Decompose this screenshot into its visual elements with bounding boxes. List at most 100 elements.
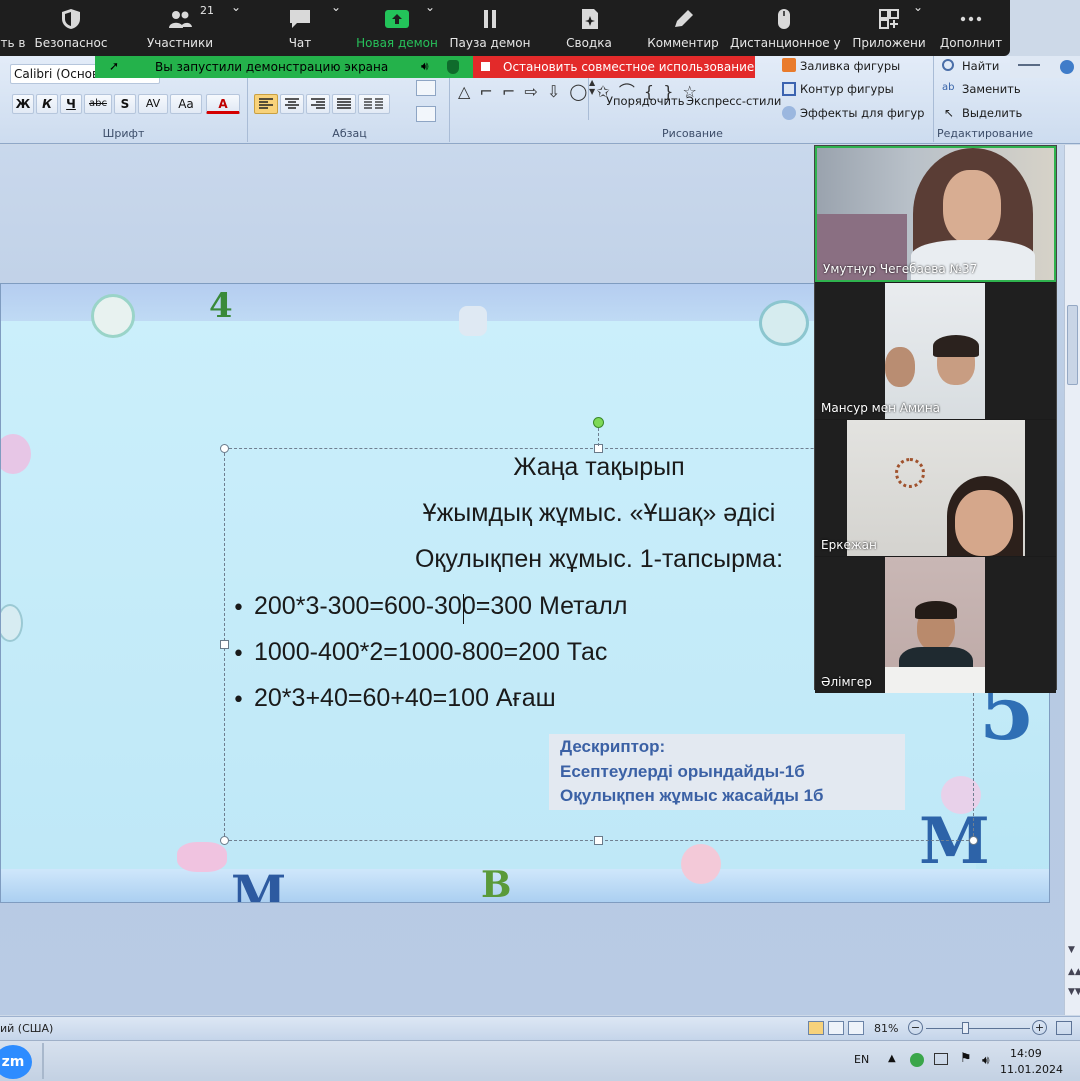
descriptor-line-1: Есептеулерді орындайды-1б (560, 762, 805, 781)
resize-handle[interactable] (969, 836, 978, 845)
fit-slide-icon[interactable] (1056, 1021, 1072, 1035)
quick-styles-button[interactable]: Экспресс-стили (686, 94, 781, 108)
align-right-button[interactable] (306, 94, 330, 114)
scroll-down-icon[interactable]: ▼ (1068, 945, 1075, 955)
smartart-icon[interactable] (416, 106, 436, 122)
slide-sorter-icon[interactable] (828, 1021, 844, 1035)
columns-button[interactable] (358, 94, 390, 114)
toolbar-item-partial[interactable]: ть в (0, 0, 26, 56)
clock-time[interactable]: 14:09 (1010, 1047, 1042, 1060)
pause-share-button[interactable]: Пауза демон (448, 0, 532, 56)
network-icon[interactable] (934, 1053, 948, 1065)
stop-share-button[interactable]: Остановить совместное использование (473, 56, 755, 78)
shield-check-icon (447, 60, 459, 74)
tray-chevron-up-icon[interactable]: ▲ (888, 1053, 896, 1064)
partial-item-label: ть в (0, 36, 26, 50)
zoom-slider-track[interactable] (926, 1028, 1030, 1029)
participant-name: Мансур мен Амина (821, 401, 941, 415)
zoom-app-icon[interactable]: zm (0, 1045, 32, 1079)
align-right-icon (311, 98, 325, 109)
columns-icon (364, 98, 383, 109)
shapes-scroll-icon[interactable]: ▲ ▼ (588, 78, 598, 120)
video-tile-4[interactable]: Әлімгер (815, 557, 1056, 693)
arrange-button[interactable]: Упорядочить (606, 94, 685, 108)
person-face (943, 170, 1001, 244)
language-status[interactable]: ий (США) (0, 1022, 53, 1035)
vertical-scrollbar[interactable]: ▼ ▲▲ ▼▼ (1064, 145, 1080, 1015)
participant-video-panel: Умутнур Чегебаева №37 Мансур мен Амина Е… (814, 145, 1057, 693)
decorative-number-icon (759, 300, 809, 346)
video-tile-host[interactable]: Умутнур Чегебаева №37 (815, 146, 1056, 282)
video-tile-2[interactable]: Мансур мен Амина (815, 283, 1056, 419)
editing-group: Найти ab Заменить ↖ Выделить Редактирова… (936, 56, 1034, 142)
participants-chevron-down-icon[interactable]: ⌄ (230, 0, 242, 56)
shape-fill-button[interactable]: Заливка фигуры (800, 59, 900, 73)
host-video (817, 148, 1054, 280)
shadow-button[interactable]: S (114, 94, 136, 114)
remote-control-button[interactable]: Дистанционное у (730, 0, 841, 56)
chat-chevron-down-icon[interactable]: ⌄ (330, 0, 342, 56)
slideshow-icon[interactable] (848, 1021, 864, 1035)
italic-button[interactable]: К (36, 94, 58, 114)
find-button[interactable]: Найти (962, 59, 999, 73)
chat-button[interactable]: Чат (268, 0, 332, 56)
help-icon[interactable] (1060, 60, 1074, 74)
bold-button[interactable]: Ж (12, 94, 34, 114)
shape-outline-button[interactable]: Контур фигуры (800, 82, 894, 96)
justify-icon (337, 98, 351, 109)
security-tray-icon[interactable] (910, 1053, 924, 1067)
more-button[interactable]: Дополнит (936, 0, 1006, 56)
scrollbar-thumb[interactable] (1067, 305, 1078, 385)
speaker-icon[interactable]: 🔊︎ (421, 59, 429, 74)
align-left-button[interactable] (254, 94, 278, 114)
security-label: Безопаснос (34, 36, 108, 50)
select-button[interactable]: Выделить (962, 106, 1022, 120)
shield-icon (62, 9, 80, 29)
flag-icon[interactable]: ⚑ (960, 1051, 972, 1066)
resize-handle[interactable] (220, 444, 229, 453)
zoom-level[interactable]: 81% (874, 1022, 898, 1035)
shape-effects-button[interactable]: Эффекты для фигур (800, 106, 924, 120)
next-slide-icon[interactable]: ▼▼ (1068, 987, 1080, 997)
input-language[interactable]: EN (854, 1053, 869, 1066)
justify-button[interactable] (332, 94, 356, 114)
resize-handle[interactable] (594, 836, 603, 845)
decorative-figure-icon (177, 842, 227, 872)
zoom-slider-thumb[interactable] (962, 1022, 969, 1034)
chat-icon (290, 10, 310, 28)
bullet-item-1: 200*3-300=600-300=300 Металл (254, 592, 628, 620)
video-tile-3[interactable]: Еркежан (815, 420, 1056, 556)
resize-handle[interactable] (220, 836, 229, 845)
apps-chevron-down-icon[interactable]: ⌄ (912, 0, 924, 56)
share-chevron-down-icon[interactable]: ⌄ (424, 0, 436, 56)
share-notice-text: Вы запустили демонстрацию экрана (155, 60, 389, 74)
decorative-number-icon (681, 844, 721, 884)
strikethrough-button[interactable]: abc (84, 94, 112, 114)
resize-handle[interactable] (220, 640, 229, 649)
align-center-button[interactable] (280, 94, 304, 114)
char-spacing-button[interactable]: AV (138, 94, 168, 114)
underline-button[interactable]: Ч (60, 94, 82, 114)
volume-icon[interactable]: 🔊︎ (982, 1053, 990, 1068)
clock-date[interactable]: 11.01.2024 (1000, 1063, 1063, 1076)
editing-group-label: Редактирование (937, 127, 1033, 140)
rotate-handle[interactable] (593, 417, 604, 428)
zoom-in-icon[interactable]: + (1032, 1020, 1047, 1035)
text-direction-icon[interactable] (416, 80, 436, 96)
font-color-button[interactable]: A (206, 94, 240, 114)
descriptor-title: Дескриптор: (560, 737, 666, 756)
font-group-label: Шрифт (102, 127, 145, 140)
normal-view-icon[interactable] (808, 1021, 824, 1035)
replace-button[interactable]: Заменить (962, 82, 1021, 96)
pause-share-label: Пауза демон (449, 36, 531, 50)
bullet-icon: • (232, 596, 245, 621)
align-center-icon (285, 98, 299, 109)
summary-button[interactable]: Сводка (556, 0, 622, 56)
apps-icon (879, 9, 899, 29)
participant-name: Әлімгер (821, 675, 872, 689)
change-case-button[interactable]: Aa (170, 94, 202, 114)
annotate-button[interactable]: Комментир (644, 0, 722, 56)
security-button[interactable]: Безопаснос (32, 0, 110, 56)
zoom-out-icon[interactable]: − (908, 1020, 923, 1035)
prev-slide-icon[interactable]: ▲▲ (1068, 967, 1080, 977)
